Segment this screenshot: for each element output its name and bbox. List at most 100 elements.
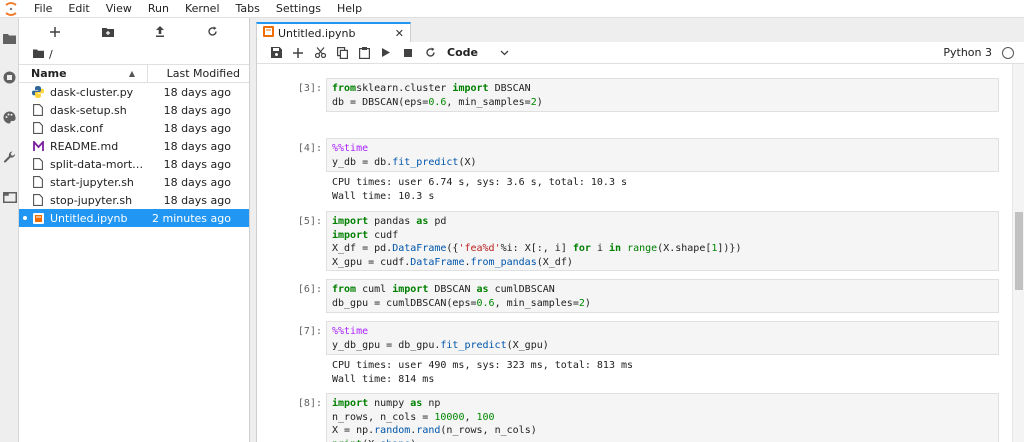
menu-kernel[interactable]: Kernel — [177, 0, 228, 18]
file-row[interactable]: split-data-mortgage.sh 18 days ago — [19, 155, 249, 173]
cell-input[interactable]: fromsklearn.cluster import DBSCAN db = DB… — [326, 78, 999, 112]
code-line: %%time — [332, 143, 369, 154]
column-name-label: Name — [31, 67, 67, 80]
column-modified-header[interactable]: Last Modified — [148, 67, 249, 80]
cell-prompt: [8]: — [297, 398, 322, 409]
file-row[interactable]: dask-setup.sh 18 days ago — [19, 101, 249, 119]
scrollbar[interactable] — [1012, 64, 1024, 442]
file-name: Untitled.ipynb — [50, 211, 128, 225]
file-icon — [31, 193, 45, 207]
new-launcher-icon[interactable] — [44, 22, 66, 42]
tab-bar: Untitled.ipynb ✕ — [250, 18, 1024, 42]
cell-prompt: [7]: — [297, 326, 322, 337]
cell-prompt: [6]: — [297, 284, 322, 295]
code-line: db_gpu = cumlDBSCAN(eps=0.6, min_samples… — [332, 297, 591, 309]
file-modified: 18 days ago — [163, 157, 231, 171]
file-modified: 2 minutes ago — [152, 211, 231, 225]
notebook-icon — [31, 211, 45, 225]
file-row[interactable]: dask-cluster.py 18 days ago — [19, 83, 249, 101]
code-line: y_db = db.fit_predict(X) — [332, 156, 477, 168]
breadcrumb: / — [19, 45, 249, 64]
column-name-header[interactable]: Name ▲ — [19, 65, 148, 82]
file-modified: 18 days ago — [163, 193, 231, 207]
code-line: %%time — [332, 326, 369, 337]
output-line: Wall time: 10.3 s — [332, 190, 435, 202]
wrench-icon[interactable] — [2, 150, 17, 165]
code-line: from cuml import DBSCAN as cumlDBSCAN — [332, 284, 555, 295]
code-line: db = DBSCAN(eps=0.6, min_samples=2) — [332, 96, 543, 108]
cell-prompt: [3]: — [297, 83, 322, 94]
cut-icon[interactable] — [309, 43, 331, 63]
file-list: dask-cluster.py 18 days ago dask-setup.sh 1… — [19, 83, 249, 227]
tab-untitled-notebook[interactable]: Untitled.ipynb ✕ — [256, 22, 411, 42]
kernel-name[interactable]: Python 3 — [943, 46, 992, 59]
file-modified: 18 days ago — [163, 121, 231, 135]
breadcrumb-folder-icon[interactable] — [33, 48, 44, 61]
stop-icon[interactable] — [397, 43, 419, 63]
notebook-panel: Code Python 3 [3]: fromsklearn.cluster im… — [256, 42, 1024, 442]
jupyter-logo-icon — [0, 0, 22, 18]
menu-edit[interactable]: Edit — [60, 0, 97, 18]
cell-output: CPU times: user 490 ms, sys: 323 ms, tot… — [332, 359, 633, 386]
output-line: CPU times: user 490 ms, sys: 323 ms, tot… — [332, 360, 634, 371]
code-line: X_gpu = cudf.DataFrame.from_pandas(X_df) — [332, 256, 573, 268]
cell-input[interactable]: %%time y_db = db.fit_predict(X) — [326, 138, 999, 172]
file-row[interactable]: start-jupyter.sh 18 days ago — [19, 173, 249, 191]
file-browser-toolbar — [19, 18, 249, 45]
python-file-icon — [31, 85, 45, 99]
notebook-icon — [263, 26, 274, 40]
cell-input[interactable]: import pandas as pd import cudf X_df = pd.… — [326, 211, 999, 271]
file-list-header: Name ▲ Last Modified — [19, 64, 249, 83]
file-name: README.md — [50, 139, 119, 153]
folder-icon[interactable] — [2, 31, 17, 46]
breadcrumb-path[interactable]: / — [49, 48, 53, 61]
file-name: dask.conf — [50, 121, 103, 135]
palette-icon[interactable] — [2, 110, 17, 125]
scrollbar-thumb[interactable] — [1015, 212, 1023, 290]
cell-output: CPU times: user 6.74 s, sys: 3.6 s, tota… — [332, 176, 627, 203]
code-line: fromsklearn.cluster import DBSCAN — [332, 83, 531, 94]
file-name: dask-cluster.py — [50, 85, 134, 99]
menu-run[interactable]: Run — [140, 0, 177, 18]
notebook-cells: [3]: fromsklearn.cluster import DBSCAN db … — [257, 64, 1013, 442]
file-modified: 18 days ago — [163, 103, 231, 117]
file-row[interactable]: stop-jupyter.sh 18 days ago — [19, 191, 249, 209]
file-browser: / Name ▲ Last Modified dask-cluster.py 18… — [19, 18, 250, 442]
paste-icon[interactable] — [353, 43, 375, 63]
cell-input[interactable]: %%time y_db_gpu = db_gpu.fit_predict(X_gp… — [326, 321, 999, 355]
menu-file[interactable]: File — [26, 0, 60, 18]
file-row[interactable]: Untitled.ipynb 2 minutes ago — [19, 209, 249, 227]
restart-icon[interactable] — [419, 43, 441, 63]
run-icon[interactable] — [375, 43, 397, 63]
file-row[interactable]: dask.conf 18 days ago — [19, 119, 249, 137]
refresh-icon[interactable] — [202, 22, 224, 42]
main-area: Untitled.ipynb ✕ Code Python 3 [3]: from… — [250, 18, 1024, 442]
menu-help[interactable]: Help — [329, 0, 370, 18]
close-icon[interactable]: ✕ — [395, 27, 404, 40]
copy-icon[interactable] — [331, 43, 353, 63]
file-modified: 18 days ago — [163, 175, 231, 189]
code-line: X_df = pd.DataFrame({'fea%d'%i: X[:, i] … — [332, 243, 742, 254]
menu-settings[interactable]: Settings — [268, 0, 329, 18]
sort-ascending-icon: ▲ — [128, 69, 135, 78]
tabs-icon[interactable] — [2, 190, 17, 205]
menubar: File Edit View Run Kernel Tabs Settings Help — [0, 0, 1024, 18]
save-icon[interactable] — [265, 43, 287, 63]
file-row[interactable]: README.md 18 days ago — [19, 137, 249, 155]
file-icon — [31, 121, 45, 135]
cell-input[interactable]: from cuml import DBSCAN as cumlDBSCAN db_… — [326, 279, 999, 313]
code-line: y_db_gpu = db_gpu.fit_predict(X_gpu) — [332, 339, 549, 351]
running-indicator-icon — [23, 216, 27, 220]
file-icon — [31, 157, 45, 171]
file-name: dask-setup.sh — [50, 103, 127, 117]
new-folder-icon[interactable] — [97, 22, 119, 42]
running-icon[interactable] — [2, 70, 17, 85]
file-icon — [31, 175, 45, 189]
cell-type-select[interactable]: Code — [447, 46, 509, 59]
menu-view[interactable]: View — [98, 0, 140, 18]
add-cell-icon[interactable] — [287, 43, 309, 63]
upload-icon[interactable] — [149, 22, 171, 42]
cell-input[interactable]: import numpy as np n_rows, n_cols = 10000… — [326, 393, 999, 442]
menu-tabs[interactable]: Tabs — [228, 0, 268, 18]
output-line: CPU times: user 6.74 s, sys: 3.6 s, tota… — [332, 177, 628, 188]
